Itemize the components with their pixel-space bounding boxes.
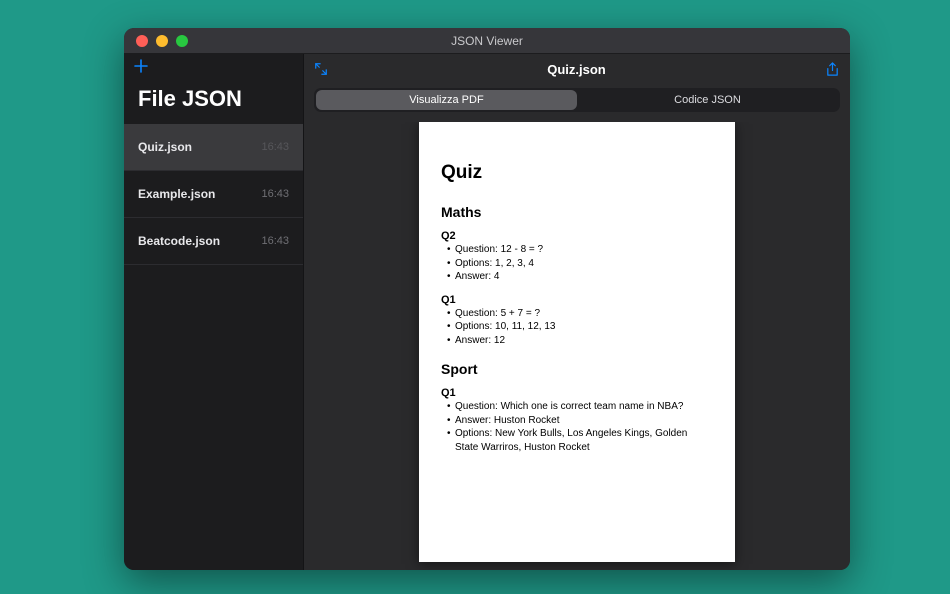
add-file-button[interactable] bbox=[132, 57, 150, 79]
titlebar[interactable]: JSON Viewer bbox=[124, 28, 850, 54]
window-body: File JSON Quiz.json 16:43 Example.json 1… bbox=[124, 54, 850, 570]
share-button[interactable] bbox=[825, 62, 840, 77]
file-item-quiz[interactable]: Quiz.json 16:43 bbox=[124, 124, 303, 171]
sport-q1-question: Question: Which one is correct team name… bbox=[447, 400, 713, 414]
share-icon bbox=[825, 62, 840, 77]
content-area[interactable]: Quiz Maths Q2 Question: 12 - 8 = ? Optio… bbox=[304, 122, 850, 570]
expand-button[interactable] bbox=[314, 62, 328, 76]
segment-pdf[interactable]: Visualizza PDF bbox=[316, 90, 577, 110]
q2-answer: Answer: 4 bbox=[447, 270, 713, 284]
main-header: Quiz.json bbox=[304, 54, 850, 84]
q2-question: Question: 12 - 8 = ? bbox=[447, 243, 713, 257]
q2-heading: Q2 bbox=[441, 230, 713, 242]
file-time: 16:43 bbox=[261, 188, 289, 200]
file-name: Quiz.json bbox=[138, 140, 192, 154]
app-window: JSON Viewer File JSON Quiz.json 16:43 Ex… bbox=[124, 28, 850, 570]
segment-json[interactable]: Codice JSON bbox=[577, 90, 838, 110]
q1-question: Question: 5 + 7 = ? bbox=[447, 307, 713, 321]
view-mode-segmented: Visualizza PDF Codice JSON bbox=[314, 88, 840, 112]
traffic-lights bbox=[136, 35, 188, 47]
pdf-page: Quiz Maths Q2 Question: 12 - 8 = ? Optio… bbox=[419, 122, 735, 562]
close-button[interactable] bbox=[136, 35, 148, 47]
sport-q1-list: Question: Which one is correct team name… bbox=[441, 400, 713, 454]
window-title: JSON Viewer bbox=[124, 34, 850, 48]
page-title: Quiz bbox=[441, 162, 713, 184]
file-time: 16:43 bbox=[261, 235, 289, 247]
section-sport: Sport bbox=[441, 361, 713, 377]
sidebar: File JSON Quiz.json 16:43 Example.json 1… bbox=[124, 54, 304, 570]
q1-answer: Answer: 12 bbox=[447, 334, 713, 348]
main-area: Quiz.json Visualizza PDF Codice JSON Qui… bbox=[304, 54, 850, 570]
file-list: Quiz.json 16:43 Example.json 16:43 Beatc… bbox=[124, 124, 303, 265]
document-title: Quiz.json bbox=[547, 62, 606, 77]
q1-options: Options: 10, 11, 12, 13 bbox=[447, 320, 713, 334]
q2-list: Question: 12 - 8 = ? Options: 1, 2, 3, 4… bbox=[441, 243, 713, 284]
file-item-beatcode[interactable]: Beatcode.json 16:43 bbox=[124, 218, 303, 265]
sidebar-header bbox=[124, 54, 303, 82]
q1-list: Question: 5 + 7 = ? Options: 10, 11, 12,… bbox=[441, 307, 713, 348]
sport-q1-heading: Q1 bbox=[441, 387, 713, 399]
sport-q1-answer: Answer: Huston Rocket bbox=[447, 414, 713, 428]
maximize-button[interactable] bbox=[176, 35, 188, 47]
minimize-button[interactable] bbox=[156, 35, 168, 47]
sidebar-title: File JSON bbox=[124, 82, 303, 124]
section-maths: Maths bbox=[441, 204, 713, 220]
expand-icon bbox=[314, 62, 328, 76]
q2-options: Options: 1, 2, 3, 4 bbox=[447, 257, 713, 271]
file-item-example[interactable]: Example.json 16:43 bbox=[124, 171, 303, 218]
plus-icon bbox=[132, 57, 150, 75]
q1-heading: Q1 bbox=[441, 294, 713, 306]
file-name: Beatcode.json bbox=[138, 234, 220, 248]
file-time: 16:43 bbox=[261, 141, 289, 153]
sport-q1-options: Options: New York Bulls, Los Angeles Kin… bbox=[447, 427, 713, 454]
file-name: Example.json bbox=[138, 187, 215, 201]
